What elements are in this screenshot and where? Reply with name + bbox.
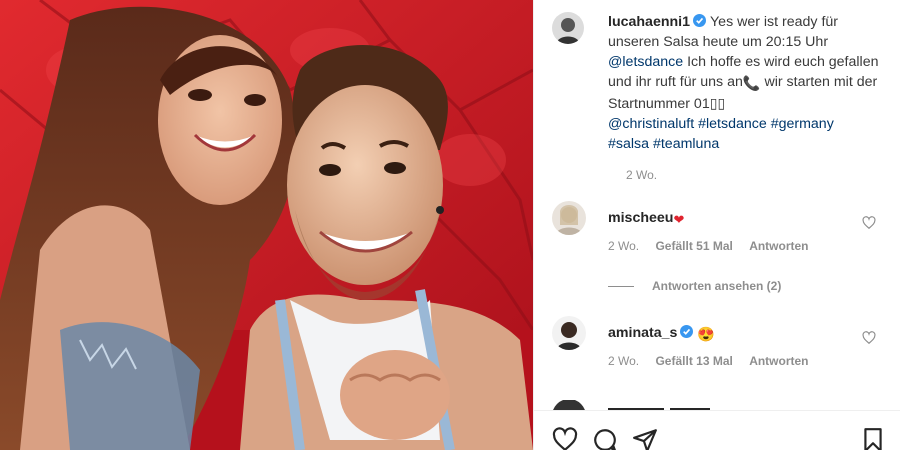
author-avatar[interactable]	[552, 12, 584, 44]
post-photo[interactable]	[0, 0, 533, 450]
action-bar	[534, 410, 900, 450]
comment-meta: 2 Wo. Gefällt 13 Mal Antworten	[608, 354, 900, 368]
post-details-panel: lucahaenni1 Yes wer ist ready für unseren…	[533, 0, 900, 450]
caption-text: lucahaenni1 Yes wer ist ready für unseren…	[608, 12, 886, 154]
commenter-avatar-image	[552, 316, 586, 350]
comment-username[interactable]: mischeeu	[608, 210, 673, 226]
mention-letsdance[interactable]: @letsdance	[608, 54, 683, 70]
view-replies-label: Antworten ansehen (2)	[652, 279, 782, 293]
mention-christinaluft[interactable]: @christinaluft	[608, 116, 694, 132]
comment-body: mischeeu❤	[608, 208, 900, 230]
hashtag[interactable]: #germany	[771, 116, 834, 132]
phone-emoji: 📞	[742, 76, 761, 92]
comment-meta: 2 Wo. Gefällt 51 Mal Antworten	[608, 239, 900, 253]
hashtag[interactable]: #teamluna	[653, 136, 719, 152]
comment-time[interactable]: 2 Wo.	[608, 239, 639, 253]
comment-item: mischeeu❤ 2 Wo. Gefällt 51 Mal Antworten	[534, 201, 900, 253]
comments-scroll-area[interactable]: lucahaenni1 Yes wer ist ready für unseren…	[534, 0, 900, 410]
commenter-avatar-image	[552, 201, 586, 235]
post-timestamp[interactable]: 2 Wo.	[626, 168, 886, 182]
hashtag[interactable]: #salsa	[608, 136, 649, 152]
commenter-avatar[interactable]	[552, 201, 586, 235]
hashtag[interactable]: #letsdance	[698, 116, 767, 132]
reply-button[interactable]: Antworten	[749, 354, 808, 368]
comment-time[interactable]: 2 Wo.	[608, 354, 639, 368]
instagram-post: lucahaenni1 Yes wer ist ready für unseren…	[0, 0, 900, 450]
verified-badge-icon	[693, 14, 707, 27]
comment-icon[interactable]	[592, 427, 618, 450]
comment-username[interactable]: aminata_s	[608, 325, 677, 341]
verified-badge-icon	[680, 325, 694, 338]
author-avatar-image	[552, 12, 584, 44]
comment-likes[interactable]: Gefällt 51 Mal	[655, 239, 732, 253]
next-comment-partial	[553, 400, 710, 410]
heart-emoji: ❤	[673, 212, 685, 227]
comment-item: aminata_s 😍 2 Wo. Gefällt 13 Mal Antworte…	[534, 316, 900, 368]
like-comment-heart-icon[interactable]	[862, 331, 876, 345]
reply-button[interactable]: Antworten	[749, 239, 808, 253]
bookmark-icon[interactable]	[860, 427, 886, 450]
trail-glyphs: ▯▯	[709, 96, 726, 112]
post-caption: lucahaenni1 Yes wer ist ready für unseren…	[534, 0, 900, 182]
post-image	[0, 0, 533, 450]
view-replies-line	[608, 285, 634, 287]
comment-likes[interactable]: Gefällt 13 Mal	[655, 354, 732, 368]
share-icon[interactable]	[632, 427, 658, 450]
author-username[interactable]: lucahaenni1	[608, 14, 690, 30]
heart-eyes-emoji: 😍	[697, 327, 716, 343]
view-replies-button[interactable]: Antworten ansehen (2)	[608, 279, 900, 293]
heart-icon[interactable]	[552, 427, 578, 450]
like-comment-heart-icon[interactable]	[862, 216, 876, 230]
commenter-avatar[interactable]	[552, 316, 586, 350]
comment-body: aminata_s 😍	[608, 323, 900, 345]
